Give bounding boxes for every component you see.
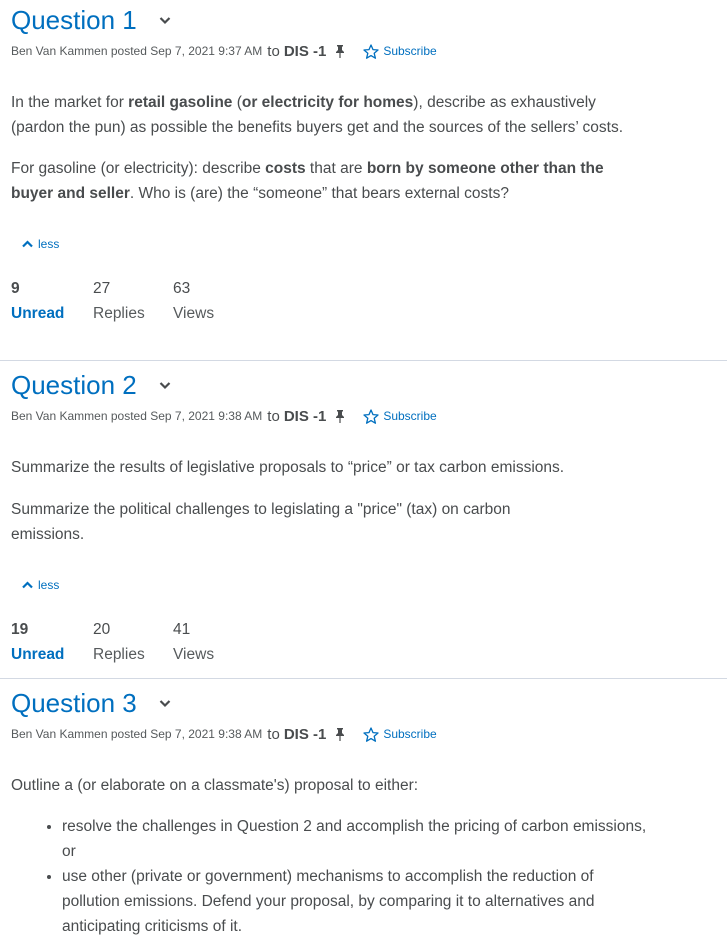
text-run: . Who is (are) the “someone” that bears …	[129, 185, 509, 202]
unread-count: 9	[11, 280, 20, 297]
less-toggle[interactable]: less	[22, 578, 716, 592]
replies-stat: 27 Replies	[93, 276, 173, 326]
description-paragraph: Summarize the political challenges to le…	[11, 501, 511, 543]
unread-label: Unread	[11, 646, 65, 663]
topic-question-2: Question 2 Ben Van Kammen posted Sep 7, …	[0, 360, 727, 678]
group-name: DIS -1	[283, 407, 327, 425]
unread-stat[interactable]: 19 Unread	[11, 617, 93, 667]
chevron-up-icon	[22, 581, 33, 589]
description-paragraph: For gasoline (or electricity): describe …	[11, 156, 631, 206]
views-count: 41	[173, 621, 191, 638]
chevron-down-icon[interactable]	[159, 16, 171, 25]
chevron-up-icon	[22, 240, 33, 248]
topic-title[interactable]: Question 1	[11, 2, 137, 38]
author-name: Ben Van Kammen	[11, 727, 108, 741]
topic-question-3: Question 3 Ben Van Kammen posted Sep 7, …	[0, 678, 727, 939]
replies-label: Replies	[93, 305, 145, 322]
replies-label: Replies	[93, 646, 145, 663]
text-run: (	[232, 94, 242, 111]
topic-description: Outline a (or elaborate on a classmate's…	[11, 773, 716, 939]
topic-description: Summarize the results of legislative pro…	[11, 455, 716, 547]
chevron-down-icon[interactable]	[159, 699, 171, 708]
pin-icon	[335, 409, 345, 423]
star-icon	[363, 408, 379, 424]
less-label: less	[38, 237, 60, 251]
views-stat: 63 Views	[173, 276, 214, 326]
topic-question-1: Question 1 Ben Van Kammen posted Sep 7, …	[0, 0, 727, 360]
posted-date: posted Sep 7, 2021 9:38 AM	[110, 727, 263, 741]
star-icon	[363, 43, 379, 59]
topic-description: In the market for retail gasoline (or el…	[11, 90, 716, 206]
replies-count: 27	[93, 280, 111, 297]
unread-stat[interactable]: 9 Unread	[11, 276, 93, 326]
text-run: In the market for	[11, 94, 129, 111]
unread-label: Unread	[11, 305, 65, 322]
topic-meta: Ben Van Kammen posted Sep 7, 2021 9:38 A…	[11, 721, 716, 747]
topic-stats: 9 Unread 27 Replies 63 Views	[11, 276, 716, 326]
text-run: that are	[305, 160, 367, 177]
chevron-down-icon[interactable]	[159, 381, 171, 390]
list-item: use other (private or government) mechan…	[62, 864, 647, 939]
subscribe-label: Subscribe	[383, 727, 437, 741]
views-stat: 41 Views	[173, 617, 214, 667]
star-icon	[363, 726, 379, 742]
group-name: DIS -1	[283, 725, 327, 743]
unread-count: 19	[11, 621, 29, 638]
subscribe-button[interactable]: Subscribe	[363, 408, 437, 424]
description-paragraph: Outline a (or elaborate on a classmate's…	[11, 777, 419, 794]
to-label: to	[267, 407, 280, 425]
text-run: For gasoline (or electricity): describe	[11, 160, 266, 177]
author-name: Ben Van Kammen	[11, 44, 108, 58]
group-name: DIS -1	[283, 42, 327, 60]
description-paragraph: In the market for retail gasoline (or el…	[11, 90, 651, 140]
bold-text: or electricity for homes	[241, 94, 414, 111]
subscribe-button[interactable]: Subscribe	[363, 43, 437, 59]
subscribe-label: Subscribe	[383, 409, 437, 423]
author-name: Ben Van Kammen	[11, 409, 108, 423]
views-count: 63	[173, 280, 191, 297]
less-label: less	[38, 578, 60, 592]
bullet-list: resolve the challenges in Question 2 and…	[11, 814, 647, 939]
pin-icon	[335, 727, 345, 741]
bold-text: costs	[265, 160, 306, 177]
posted-date: posted Sep 7, 2021 9:38 AM	[110, 409, 263, 423]
topic-meta: Ben Van Kammen posted Sep 7, 2021 9:38 A…	[11, 403, 716, 429]
views-label: Views	[173, 646, 215, 663]
topic-stats: 19 Unread 20 Replies 41 Views	[11, 617, 716, 667]
replies-count: 20	[93, 621, 111, 638]
posted-date: posted Sep 7, 2021 9:37 AM	[110, 44, 263, 58]
to-label: to	[267, 42, 280, 60]
topic-title[interactable]: Question 3	[11, 685, 137, 721]
pin-icon	[335, 44, 345, 58]
topic-title[interactable]: Question 2	[11, 367, 137, 403]
views-label: Views	[173, 305, 215, 322]
list-item: resolve the challenges in Question 2 and…	[62, 814, 647, 864]
description-paragraph: Summarize the results of legislative pro…	[11, 459, 565, 476]
subscribe-label: Subscribe	[383, 44, 437, 58]
topic-meta: Ben Van Kammen posted Sep 7, 2021 9:37 A…	[11, 38, 716, 64]
less-toggle[interactable]: less	[22, 237, 716, 251]
bold-text: retail gasoline	[128, 94, 233, 111]
to-label: to	[267, 725, 280, 743]
replies-stat: 20 Replies	[93, 617, 173, 667]
subscribe-button[interactable]: Subscribe	[363, 726, 437, 742]
